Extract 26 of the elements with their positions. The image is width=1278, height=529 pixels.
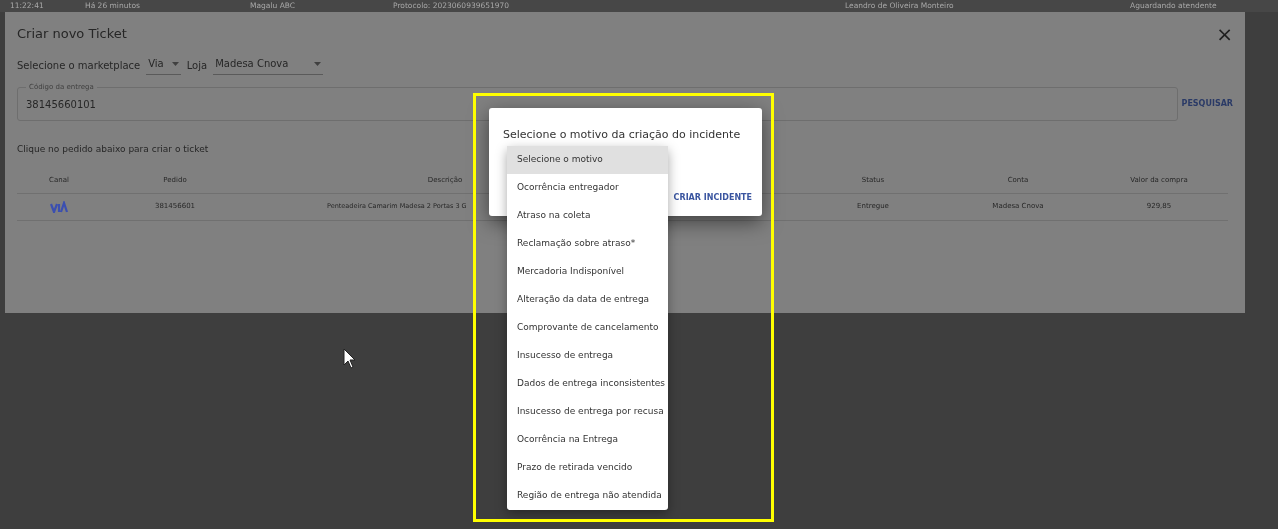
marketplace-select[interactable]: Via [146,56,181,75]
dialog-title: Selecione o motivo da criação do incidente [503,127,741,143]
instruction-text: Clique no pedido abaixo para criar o ticket [17,143,210,156]
field-label: Selecione o marketplace [17,59,141,73]
menu-item[interactable]: Região de entrega não atendida [507,482,668,510]
cursor-icon [343,348,357,369]
menu-item[interactable]: Alteração da data de entrega [507,286,668,314]
menu-item[interactable]: Ocorrência na Entrega [507,426,668,454]
menu-item[interactable]: Ocorrência entregador [507,174,668,202]
create-incident-button[interactable]: CRIAR INCIDENTE [673,192,752,204]
menu-item[interactable]: Atraso na coleta [507,202,668,230]
menu-item[interactable]: Dados de entrega inconsistentes [507,370,668,398]
caret-icon [314,61,322,66]
store-select[interactable]: Madesa Cnova [213,56,324,75]
menu-item[interactable]: Mercadoria Indisponível [507,258,668,286]
menu-item[interactable]: Insucesso de entrega por recusa [507,398,668,426]
menu-item[interactable]: Selecione o motivo [507,146,668,174]
menu-item[interactable]: Insucesso de entrega [507,342,668,370]
menu-item[interactable]: Comprovante de cancelamento [507,314,668,342]
caret-icon [171,61,179,66]
field-label: Loja [186,59,208,73]
menu-item[interactable]: Prazo de retirada vencido [507,454,668,482]
dialog-title: Criar novo Ticket [17,25,127,44]
close-button[interactable]: × [1216,24,1233,44]
menu-item[interactable]: Reclamação sobre atraso* [507,230,668,258]
logo-icon [49,200,69,213]
